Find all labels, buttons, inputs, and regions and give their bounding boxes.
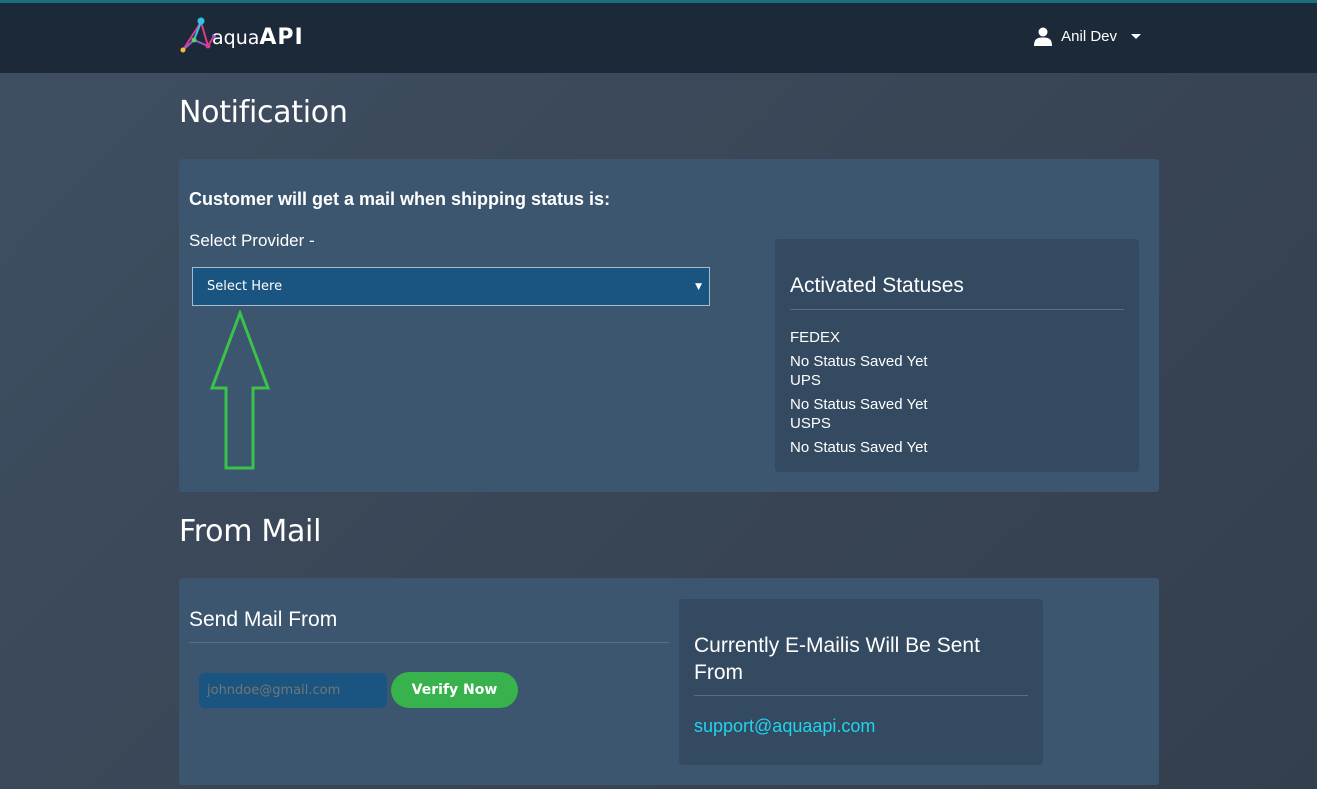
provider-status: No Status Saved Yet xyxy=(790,396,928,413)
from-mail-heading: From Mail xyxy=(179,514,322,549)
current-sender-email: support@aquaapi.com xyxy=(694,716,876,736)
brand-name-bold: API xyxy=(259,25,304,50)
select-provider-label: Select Provider - xyxy=(189,231,315,250)
select-arrow-icon: ▼ xyxy=(695,282,702,292)
provider-select-value: Select Here xyxy=(207,279,283,294)
navbar: aquaAPI Anil Dev xyxy=(0,3,1317,73)
verify-now-button[interactable]: Verify Now xyxy=(391,672,518,708)
send-mail-divider xyxy=(189,642,669,643)
logo-mark-icon xyxy=(180,17,216,53)
notification-panel: Customer will get a mail when shipping s… xyxy=(179,159,1159,492)
activated-statuses-card: Activated Statuses FEDEX No Status Saved… xyxy=(775,239,1139,472)
notification-heading: Notification xyxy=(179,95,348,130)
aquaapi-logo[interactable]: aquaAPI xyxy=(180,16,320,56)
provider-name: FEDEX xyxy=(790,329,841,346)
card-divider xyxy=(790,309,1124,310)
provider-name: UPS xyxy=(790,372,821,389)
up-arrow-annotation-icon xyxy=(209,310,271,470)
caret-down-icon xyxy=(1131,33,1141,39)
send-mail-from-title: Send Mail From xyxy=(189,608,338,631)
user-menu[interactable]: Anil Dev xyxy=(1033,24,1141,48)
brand-name: aquaAPI xyxy=(212,25,304,50)
user-icon xyxy=(1034,27,1053,46)
provider-select[interactable]: Select Here ▼ xyxy=(192,267,710,306)
email-input[interactable] xyxy=(199,673,387,708)
provider-status: No Status Saved Yet xyxy=(790,439,928,456)
current-sender-card: Currently E-Mailis Will Be Sent From sup… xyxy=(679,599,1043,765)
current-sender-title: Currently E-Mailis Will Be Sent From xyxy=(694,634,980,684)
user-name: Anil Dev xyxy=(1061,27,1117,45)
provider-name: USPS xyxy=(790,415,831,432)
brand-name-light: aqua xyxy=(212,27,260,49)
activated-statuses-title: Activated Statuses xyxy=(790,274,964,297)
card-divider xyxy=(694,695,1028,696)
shipping-status-instruction: Customer will get a mail when shipping s… xyxy=(189,189,611,209)
from-mail-panel: Send Mail From Verify Now Currently E-Ma… xyxy=(179,578,1159,785)
provider-status: No Status Saved Yet xyxy=(790,353,928,370)
